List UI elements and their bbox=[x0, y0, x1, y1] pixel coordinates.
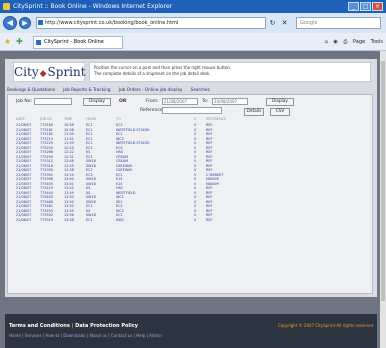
logo-mark: ◆ bbox=[39, 69, 47, 79]
tab-favicon bbox=[36, 40, 41, 45]
address-input[interactable]: http://www.citysprint.co.uk/booking/book… bbox=[36, 17, 266, 29]
add-favorites-icon[interactable]: ✚ bbox=[16, 36, 23, 48]
search-input[interactable]: Google bbox=[296, 17, 381, 29]
data-protection-link[interactable]: Data Protection Policy bbox=[75, 323, 138, 329]
or-label: OR bbox=[119, 99, 127, 104]
display-range-button[interactable]: Display bbox=[266, 98, 294, 106]
tools-menu[interactable]: Tools bbox=[371, 39, 383, 45]
minimize-button[interactable]: _ bbox=[348, 2, 359, 11]
table-cell: NW1 bbox=[116, 217, 125, 222]
ie-icon bbox=[3, 3, 10, 10]
favorites-star-icon[interactable]: ★ bbox=[4, 36, 11, 48]
maximize-button[interactable]: □ bbox=[360, 2, 371, 11]
page-body: City◆Sprint Position the cursor on a pos… bbox=[5, 59, 377, 297]
table-cell: REF bbox=[206, 217, 213, 222]
column-header: FROM bbox=[86, 117, 96, 121]
footer-policy-links: Terms and Conditions | Data Protection P… bbox=[9, 322, 138, 330]
column-header: S bbox=[194, 117, 197, 121]
logo-city: City bbox=[14, 65, 39, 79]
feeds-icon[interactable]: ◉ bbox=[333, 39, 337, 45]
terms-link[interactable]: Terms and Conditions bbox=[9, 323, 70, 329]
table-cell: 775519 bbox=[40, 217, 53, 222]
column-header: JOB NO bbox=[40, 117, 53, 121]
address-text: http://www.citysprint.co.uk/booking/book… bbox=[45, 20, 179, 26]
table-cell: 13:58 bbox=[64, 217, 74, 222]
job-no-input[interactable] bbox=[34, 98, 72, 105]
display-button[interactable]: Display bbox=[83, 98, 111, 106]
refresh-icon[interactable]: ↻ bbox=[268, 18, 277, 28]
to-label: To: bbox=[202, 99, 209, 104]
nav-job-reports[interactable]: Job Reports & Tracking bbox=[63, 87, 110, 92]
command-bar: ⌂ ◉ ⎙ Page Tools bbox=[321, 37, 383, 47]
back-button[interactable]: ◀ bbox=[3, 16, 17, 30]
csv-button[interactable]: CSV bbox=[270, 108, 290, 116]
details-button[interactable]: Details bbox=[244, 108, 264, 116]
print-icon[interactable]: ⎙ bbox=[343, 39, 347, 45]
window-titlebar: CitySprint :: Book Online - Windows Inte… bbox=[0, 0, 386, 13]
column-header: TO bbox=[116, 117, 121, 121]
copyright-text: Copyright © 2007 CitySprint All rights r… bbox=[277, 323, 373, 328]
table-cell: 21/08/07 bbox=[16, 217, 32, 222]
nav-searches[interactable]: Searches bbox=[191, 87, 210, 92]
browser-viewport: City◆Sprint Position the cursor on a pos… bbox=[0, 51, 386, 348]
table-cell: V bbox=[194, 217, 197, 222]
instruction-line-2: The complete details of a shipment on th… bbox=[94, 71, 211, 76]
from-label: From: bbox=[146, 99, 159, 104]
page-favicon bbox=[38, 20, 43, 25]
job-no-label: Job No: bbox=[16, 99, 33, 104]
footer-nav-links[interactable]: Home | Services | How to | Downloads | A… bbox=[9, 332, 162, 339]
home-icon[interactable]: ⌂ bbox=[325, 39, 328, 45]
scrollbar-thumb[interactable] bbox=[381, 61, 385, 301]
nav-bookings[interactable]: Bookings & Quotations bbox=[7, 87, 55, 92]
logo-sprint: Sprint bbox=[47, 65, 86, 79]
tab-label: CitySprint - Book Online bbox=[44, 39, 104, 45]
tab-bar: ★ ✚ CitySprint - Book Online ⌂ ◉ ⎙ Page … bbox=[0, 33, 386, 51]
table-header-row: DATE JOB NO TIME FROM TO S REFERENCE bbox=[16, 116, 368, 123]
instruction-box: Position the cursor on a post and then p… bbox=[89, 62, 371, 82]
from-date-input[interactable]: 21/08/2007 bbox=[162, 98, 198, 105]
nav-job-orders[interactable]: Job Orders - Online job display bbox=[119, 87, 182, 92]
forward-button[interactable]: ▶ bbox=[19, 17, 31, 29]
section-nav: Bookings & Quotations Job Reports & Trac… bbox=[7, 85, 373, 94]
window-controls: _ □ × bbox=[348, 2, 383, 11]
stop-icon[interactable]: ✕ bbox=[280, 18, 289, 28]
site-footer: Terms and Conditions | Data Protection P… bbox=[5, 314, 377, 348]
column-header: DATE bbox=[16, 117, 25, 121]
job-report-panel: Job No: Display OR From: 21/08/2007 To: … bbox=[7, 94, 373, 294]
jobs-table: DATE JOB NO TIME FROM TO S REFERENCE 21/08/07 77… bbox=[16, 116, 368, 222]
reference-label: Reference: bbox=[140, 108, 165, 113]
vertical-scrollbar[interactable] bbox=[380, 51, 386, 348]
search-placeholder: Google bbox=[300, 20, 318, 26]
column-header: TIME bbox=[64, 117, 73, 121]
to-date-input[interactable]: 24/08/2007 bbox=[212, 98, 248, 105]
tab-citysprint[interactable]: CitySprint - Book Online bbox=[33, 36, 123, 49]
citysprint-logo[interactable]: City◆Sprint bbox=[13, 62, 86, 82]
address-toolbar: ◀ ▶ http://www.citysprint.co.uk/booking/… bbox=[0, 13, 386, 33]
close-button[interactable]: × bbox=[372, 2, 383, 11]
column-header: REFERENCE bbox=[206, 117, 227, 121]
page-menu[interactable]: Page bbox=[353, 39, 365, 45]
table-cell: EC1 bbox=[86, 217, 93, 222]
table-row[interactable]: 21/08/07 775519 13:58 EC1 NW1 V REF bbox=[16, 218, 368, 223]
window-title: CitySprint :: Book Online - Windows Inte… bbox=[13, 3, 173, 10]
reference-input[interactable] bbox=[162, 107, 222, 114]
